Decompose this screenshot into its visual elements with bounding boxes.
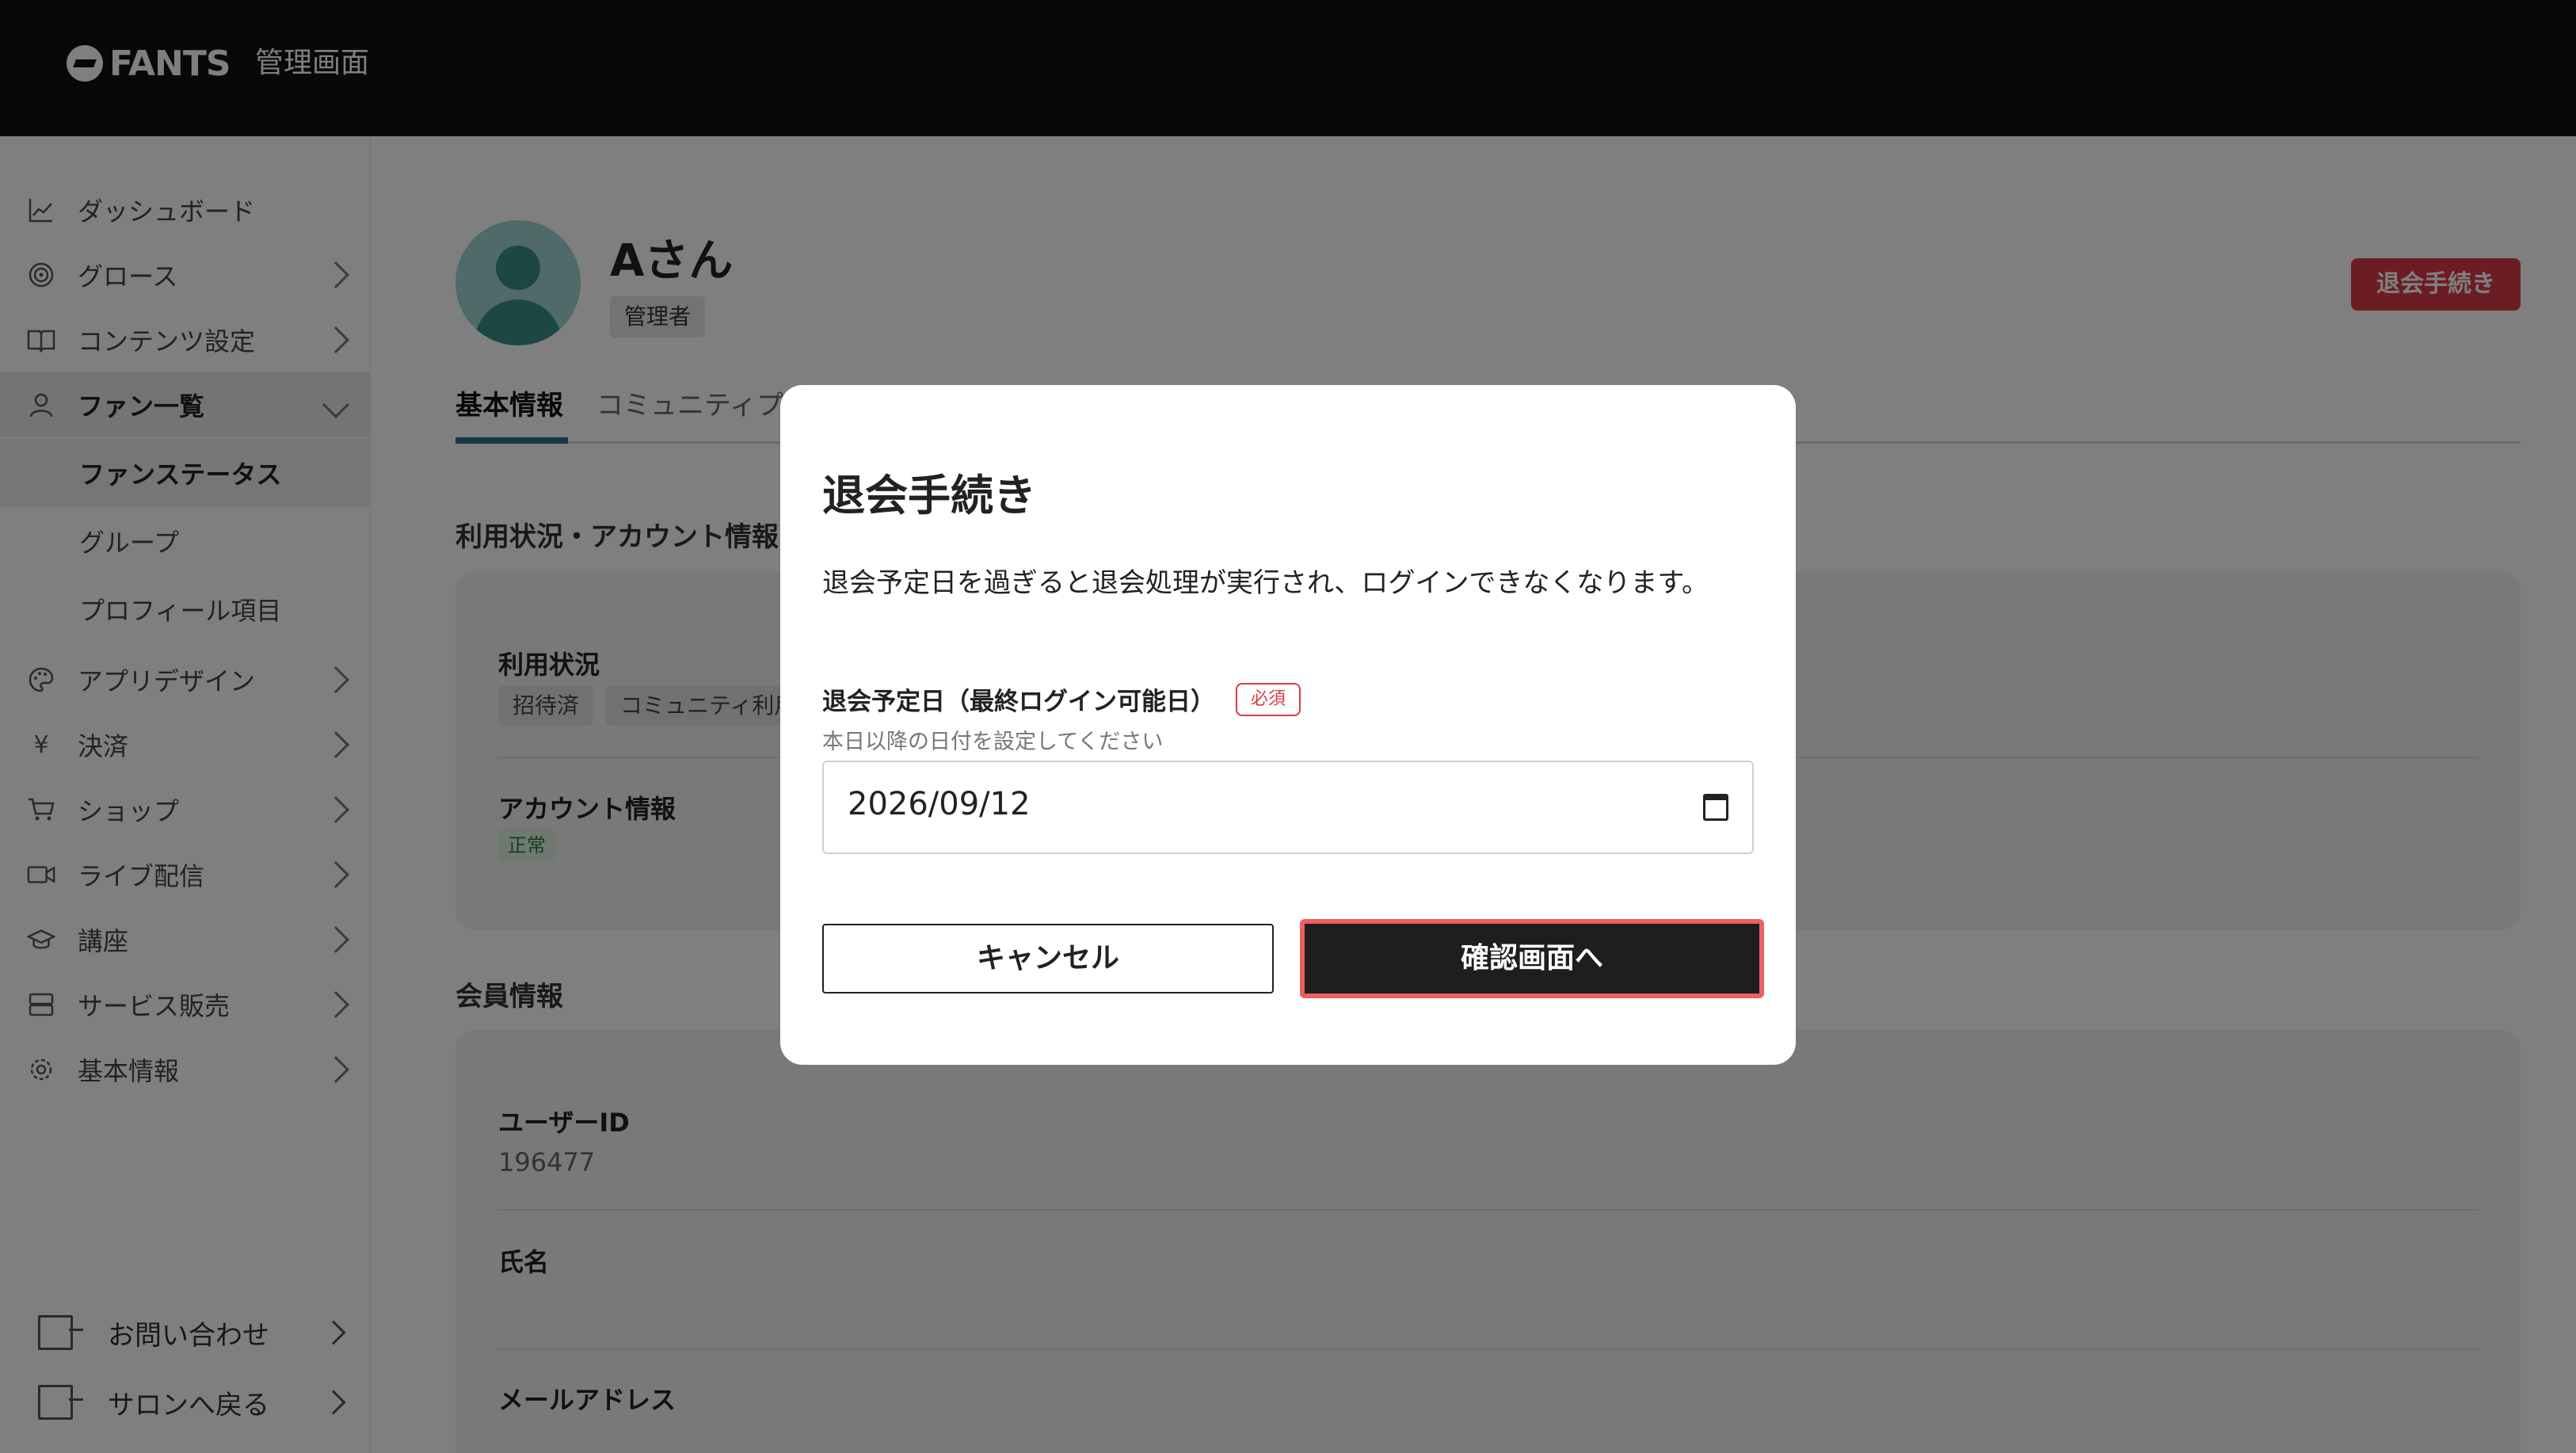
confirm-button[interactable]: 確認画面へ	[1300, 919, 1764, 998]
modal-description: 退会予定日を過ぎると退会処理が実行され、ログインできなくなります。	[822, 567, 1709, 599]
withdraw-date-label: 退会予定日（最終ログイン可能日）	[822, 688, 1215, 716]
withdraw-date-input[interactable]: 2026/09/12	[822, 761, 1754, 854]
cancel-button[interactable]: キャンセル	[822, 924, 1274, 993]
withdraw-date-hint: 本日以降の日付を設定してください	[822, 730, 1164, 754]
calendar-icon[interactable]	[1703, 794, 1728, 821]
withdraw-modal: 退会手続き 退会予定日を過ぎると退会処理が実行され、ログインできなくなります。 …	[780, 385, 1796, 1065]
required-badge: 必須	[1236, 683, 1301, 716]
withdraw-date-value: 2026/09/12	[848, 786, 1031, 822]
modal-title: 退会手続き	[822, 471, 1036, 521]
